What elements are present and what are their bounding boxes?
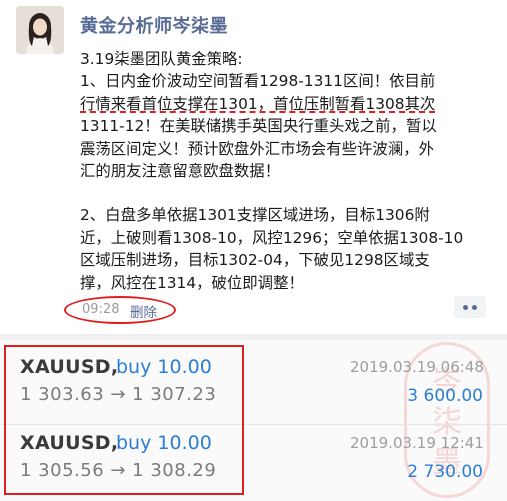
post-line: 1311-12！在美联储携手英国央行重头戏之前，暂以 [80, 117, 437, 136]
post-line: 2、白盘多单依据1301支撑区域进场，目标1306附 [80, 206, 430, 225]
post-line: 1、日内金价波动空间暂看1298-1311区间！依目前 [80, 72, 436, 91]
avatar[interactable] [16, 6, 64, 54]
post-line: 区域压制进场，目标1302-04，下破见1298区域支 [80, 251, 430, 270]
more-dot-icon [463, 305, 468, 310]
trade-history: 岑 柒 墨 XAUUSD, buy 10.00 1 303.63 → 1 307… [0, 340, 507, 501]
author-name[interactable]: 黄金分析师岑柒墨 [80, 12, 228, 38]
post-line: 行情来看首位支撑在1301，首位压制暂看1308其次 [80, 94, 436, 113]
post-line: 撑，风控在1314，破位即调整！ [80, 273, 304, 292]
post-meta: 09:28 删除 [64, 296, 176, 324]
post-line: 3.19柒墨团队黄金策略: [80, 50, 243, 68]
more-button[interactable] [454, 296, 486, 318]
post-time: 09:28 [82, 302, 120, 317]
trade-profit: 2 730.00 [407, 462, 483, 482]
trade-profit: 3 600.00 [407, 386, 483, 406]
delete-link[interactable]: 删除 [130, 301, 157, 321]
post-content: 3.19柒墨团队黄金策略: 1、日内金价波动空间暂看1298-1311区间！依目… [80, 48, 498, 294]
post-line: 震荡区间定义！预计欧盘外汇市场会有些许波澜，外 [80, 139, 434, 158]
trade-datetime: 2019.03.19 06:48 [350, 358, 484, 376]
more-dot-icon [472, 305, 477, 310]
moments-post: 黄金分析师岑柒墨 3.19柒墨团队黄金策略: 1、日内金价波动空间暂看1298-… [0, 0, 507, 332]
trade-datetime: 2019.03.19 12:41 [350, 434, 484, 452]
annotation-box [4, 345, 244, 495]
annotation-oval [64, 296, 176, 324]
post-line: 汇的朋友注意留意欧盘数据！ [80, 162, 281, 181]
avatar-portrait-icon [16, 6, 64, 54]
post-line: 近，上破则看1308-10，风控1296；空单依据1308-10 [80, 228, 464, 247]
